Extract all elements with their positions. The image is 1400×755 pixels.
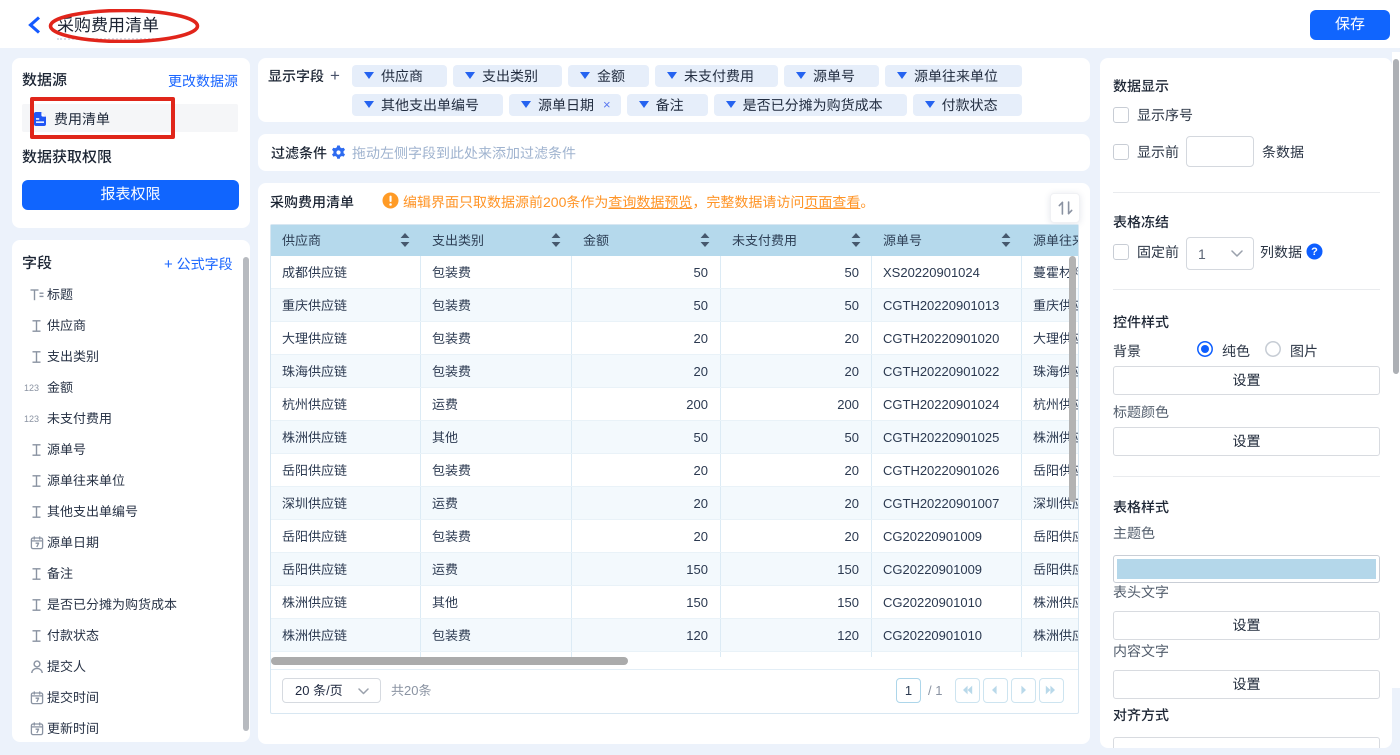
svg-text:?: ? [1311,246,1318,258]
